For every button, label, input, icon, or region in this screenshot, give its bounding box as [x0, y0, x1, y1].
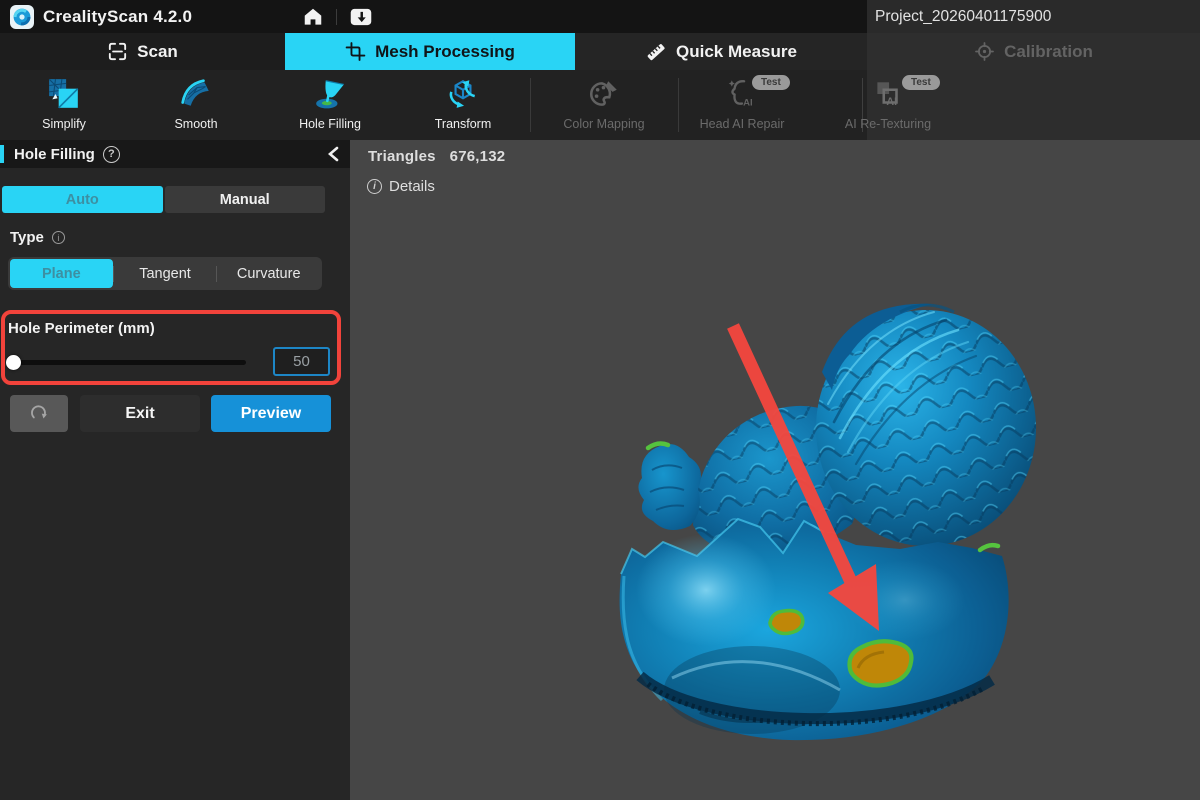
ai-retexturing-icon: AI [871, 77, 905, 111]
scan-icon [107, 41, 128, 62]
tab-calibration[interactable]: Calibration [867, 33, 1200, 70]
tab-mesh-processing[interactable]: Mesh Processing [285, 33, 575, 70]
test-badge: Test [902, 75, 940, 90]
panel-title: Hole Filling [14, 146, 95, 163]
info-icon: i [52, 231, 65, 244]
home-icon[interactable] [302, 6, 324, 28]
ai-glyph: AI [886, 96, 897, 108]
accent-bar [0, 145, 4, 163]
tool-ai-retexturing-label: AI Re-Texturing [845, 117, 931, 131]
model-hole-patch-small [770, 611, 803, 634]
tool-smooth[interactable]: Smooth [136, 76, 256, 131]
model-wing [638, 444, 701, 530]
tool-transform[interactable]: Transform [403, 76, 523, 131]
collapse-panel-button[interactable] [327, 146, 340, 162]
type-option-plane[interactable]: Plane [10, 259, 113, 288]
tool-smooth-label: Smooth [174, 117, 217, 131]
tool-head-ai-repair[interactable]: AI Head AI Repair Test [682, 76, 802, 131]
simplify-icon [47, 77, 81, 111]
action-buttons: Exit Preview [0, 395, 350, 433]
triangles-value: 676,132 [450, 148, 506, 165]
redo-button[interactable] [10, 395, 68, 432]
triangle-stats: Triangles 676,132 [368, 148, 505, 165]
hole-filling-panel: Hole Filling ? Auto Manual Type i Plane … [0, 140, 350, 800]
chevron-left-icon [327, 146, 340, 162]
mode-tabs: Auto Manual [2, 186, 325, 213]
exit-button[interactable]: Exit [80, 395, 200, 432]
tab-scan-label: Scan [137, 42, 178, 62]
quick-measure-icon [645, 41, 667, 63]
hole-perimeter-slider[interactable] [6, 354, 246, 370]
project-name: Project_20260401175900 [875, 8, 1051, 26]
toolbar-divider [678, 78, 679, 132]
tab-mesh-processing-label: Mesh Processing [375, 42, 515, 62]
tab-calibration-label: Calibration [1004, 42, 1093, 62]
app-logo-icon [10, 5, 34, 29]
tool-color-mapping[interactable]: Color Mapping [544, 76, 664, 131]
color-mapping-icon [587, 77, 621, 111]
open-project-icon[interactable] [349, 6, 373, 28]
tool-simplify-label: Simplify [42, 117, 86, 131]
type-option-curvature[interactable]: Curvature [217, 259, 320, 288]
model-hole-patch-large [850, 641, 912, 685]
main-tab-bar: Scan Mesh Processing [0, 33, 1200, 70]
tool-hole-filling[interactable]: Hole Filling [270, 76, 390, 131]
transform-icon [445, 77, 481, 111]
viewport-3d[interactable]: Triangles 676,132 i Details [350, 140, 1200, 800]
tool-transform-label: Transform [435, 117, 492, 131]
calibration-icon [974, 41, 995, 62]
slider-thumb[interactable] [6, 355, 21, 370]
tool-color-mapping-label: Color Mapping [563, 117, 644, 131]
hole-perimeter-label: Hole Perimeter (mm) [8, 320, 155, 337]
app-title: CrealityScan 4.2.0 [43, 7, 192, 27]
tool-ai-retexturing[interactable]: AI AI Re-Texturing Test [828, 76, 948, 131]
ai-glyph: AI [743, 98, 753, 109]
type-option-tangent[interactable]: Tangent [114, 259, 217, 288]
titlebar-divider [336, 9, 337, 25]
redo-icon [28, 403, 50, 425]
panel-header: Hole Filling ? [0, 140, 350, 168]
preview-button[interactable]: Preview [211, 395, 331, 432]
model-3d-render[interactable] [350, 140, 1200, 800]
hole-filling-icon [312, 77, 348, 111]
mesh-processing-icon [345, 41, 366, 62]
mode-tab-auto[interactable]: Auto [2, 186, 163, 213]
mesh-toolbar: Simplify Smooth Hole Filling [0, 70, 1200, 140]
title-bar: CrealityScan 4.2.0 Project_2026040117590… [0, 0, 1200, 33]
help-icon[interactable]: ? [103, 146, 120, 163]
tool-hole-filling-label: Hole Filling [299, 117, 361, 131]
details-info-icon: i [367, 179, 382, 194]
details-toggle[interactable]: i Details [367, 178, 435, 195]
project-header: Project_20260401175900 [867, 0, 1200, 33]
test-badge: Test [752, 75, 790, 90]
tab-quick-measure-label: Quick Measure [676, 42, 797, 62]
slider-track[interactable] [6, 360, 246, 365]
smooth-icon [178, 77, 214, 111]
tab-quick-measure[interactable]: Quick Measure [575, 33, 867, 70]
crealityscan-window: CrealityScan 4.2.0 Project_2026040117590… [0, 0, 1200, 800]
tool-simplify[interactable]: Simplify [4, 76, 124, 131]
mode-tab-manual[interactable]: Manual [165, 186, 326, 213]
model-egg-shell [620, 519, 1009, 740]
type-row: Type i [10, 229, 65, 246]
model-hole-edge-green [980, 545, 998, 550]
type-segmented-control: Plane Tangent Curvature [8, 257, 322, 290]
type-label: Type [10, 229, 44, 246]
triangles-label: Triangles [368, 148, 436, 165]
hole-perimeter-input[interactable] [273, 347, 330, 376]
toolbar-divider [530, 78, 531, 132]
tab-scan[interactable]: Scan [0, 33, 285, 70]
tool-head-ai-repair-label: Head AI Repair [700, 117, 785, 131]
details-label: Details [389, 178, 435, 195]
